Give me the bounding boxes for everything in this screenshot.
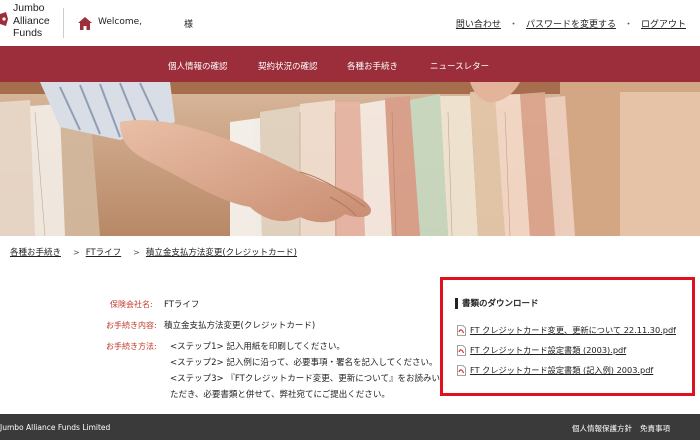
footer-copyright: Jumbo Alliance Funds Limited bbox=[0, 423, 111, 432]
site-header: Jumbo Alliance Funds Welcome, 様 問い合わせ ・ … bbox=[0, 0, 700, 46]
user-honorific: 様 bbox=[184, 20, 194, 30]
logo-line-2: Alliance bbox=[13, 14, 50, 27]
download-title-text: 書類のダウンロード bbox=[462, 299, 539, 309]
breadcrumb-item-ft-life[interactable]: FTライフ bbox=[86, 246, 121, 258]
nav-item-personal-info[interactable]: 個人情報の確認 bbox=[168, 60, 228, 72]
procedure-label: お手続き内容: bbox=[106, 321, 157, 330]
nav-item-newsletter[interactable]: ニュースレター bbox=[430, 60, 489, 72]
link-separator: ・ bbox=[623, 20, 633, 30]
insurer-value: FTライフ bbox=[164, 300, 200, 310]
download-item[interactable]: FT クレジットカード変更、更新について 22.11.30.pdf bbox=[457, 324, 676, 336]
insurer-label: 保険会社名: bbox=[110, 300, 153, 309]
download-link-ft-credit-card-update[interactable]: FT クレジットカード変更、更新について 22.11.30.pdf bbox=[470, 324, 676, 336]
main-nav: 個人情報の確認 契約状況の確認 各種お手続き ニュースレター bbox=[0, 46, 700, 82]
home-icon[interactable] bbox=[78, 17, 92, 30]
logo-line-3: Funds bbox=[13, 27, 43, 39]
download-link-ft-credit-card-form-example[interactable]: FT クレジットカード設定書類 (記入例) 2003.pdf bbox=[470, 364, 653, 376]
download-panel: 書類のダウンロード FT クレジットカード変更、更新について 22.11.30.… bbox=[440, 277, 695, 396]
nav-item-contract-status[interactable]: 契約状況の確認 bbox=[258, 60, 318, 72]
contact-link[interactable]: 問い合わせ bbox=[456, 17, 501, 30]
logo-divider bbox=[63, 8, 64, 38]
footer-link-privacy-policy[interactable]: 個人情報保護方針 bbox=[572, 423, 632, 434]
site-footer: Jumbo Alliance Funds Limited 個人情報保護方針 免責… bbox=[0, 414, 700, 440]
welcome-text: Welcome, bbox=[98, 17, 143, 27]
method-step-1: <ステップ1> 記入用紙を印刷してください。 bbox=[170, 342, 345, 352]
download-item[interactable]: FT クレジットカード設定書類 (2003).pdf bbox=[457, 344, 626, 356]
top-links: 問い合わせ ・ パスワードを変更する ・ ログアウト bbox=[456, 17, 686, 30]
footer-link-disclaimer[interactable]: 免責事項 bbox=[640, 423, 670, 434]
breadcrumb-item-current[interactable]: 積立金支払方法変更(クレジットカード) bbox=[146, 246, 297, 258]
method-step-3: <ステップ3> 『FTクレジットカード変更、更新について』をお読みい bbox=[170, 374, 441, 384]
logo-mark-icon bbox=[0, 12, 8, 26]
title-bar-decoration bbox=[455, 297, 458, 309]
hero-image bbox=[0, 82, 700, 236]
breadcrumb: 各種お手続き > FTライフ > 積立金支払方法変更(クレジットカード) bbox=[10, 246, 297, 259]
breadcrumb-item-procedures[interactable]: 各種お手続き bbox=[10, 246, 61, 258]
pdf-icon bbox=[457, 364, 466, 376]
pdf-icon bbox=[457, 344, 466, 356]
logo-line-1: Jumbo bbox=[13, 2, 45, 14]
link-separator: ・ bbox=[508, 20, 518, 30]
procedure-value: 積立金支払方法変更(クレジットカード) bbox=[164, 321, 316, 331]
logout-link[interactable]: ログアウト bbox=[641, 17, 686, 30]
method-step-3-cont: ただき、必要書類と併せて、弊社宛てにご提出ください。 bbox=[170, 390, 390, 400]
breadcrumb-chevron-icon: > bbox=[73, 247, 80, 257]
nav-item-procedures[interactable]: 各種お手続き bbox=[347, 60, 398, 72]
breadcrumb-chevron-icon: > bbox=[133, 247, 140, 257]
method-label: お手続き方法: bbox=[106, 342, 157, 351]
pdf-icon bbox=[457, 324, 466, 336]
hero-illustration bbox=[0, 82, 700, 236]
download-link-ft-credit-card-form[interactable]: FT クレジットカード設定書類 (2003).pdf bbox=[470, 344, 626, 356]
download-title: 書類のダウンロード bbox=[455, 297, 539, 309]
logo[interactable]: Jumbo Alliance Funds bbox=[13, 2, 50, 40]
method-step-2: <ステップ2> 記入例に沿って、必要事項・署名を記入してください。 bbox=[170, 358, 438, 368]
change-password-link[interactable]: パスワードを変更する bbox=[526, 17, 616, 30]
download-item[interactable]: FT クレジットカード設定書類 (記入例) 2003.pdf bbox=[457, 364, 653, 376]
